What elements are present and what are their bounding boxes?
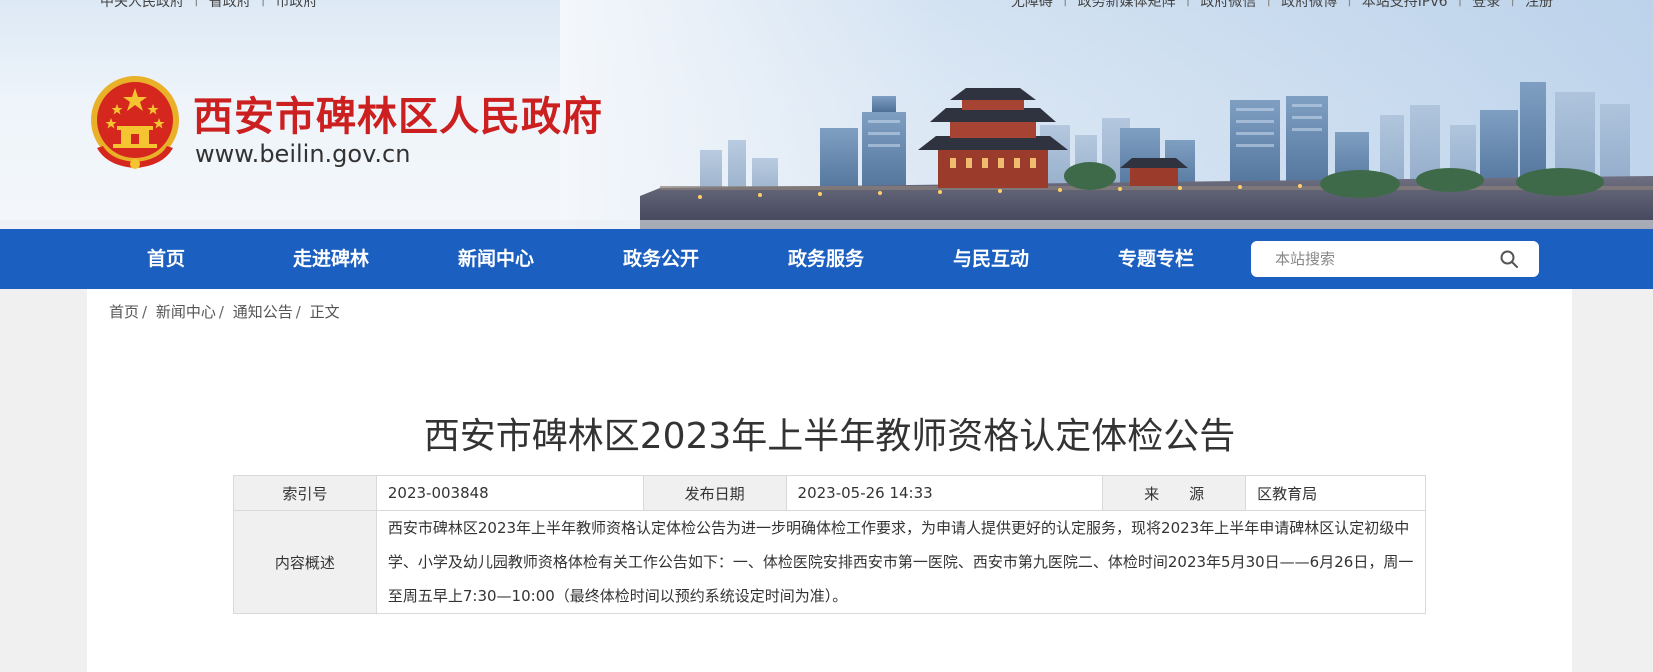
search-icon[interactable] [1499,249,1519,269]
divider: | [1063,0,1068,11]
divider: | [1186,0,1191,11]
nav-item-government-info[interactable]: 政务公开 [623,229,699,289]
meta-row: 内容概述 西安市碑林区2023年上半年教师资格认定体检公告为进一步明确体检工作要… [233,510,1427,614]
source-label: 来 源 [1102,475,1247,511]
breadcrumb-separator: / [142,303,148,321]
national-emblem-icon [91,76,179,169]
breadcrumb-home[interactable]: 首页 [109,303,139,321]
search-box [1251,241,1539,277]
article-meta-table: 索引号 2023-003848 发布日期 2023-05-26 14:33 来 … [233,475,1427,614]
publish-date-value: 2023-05-26 14:33 [785,475,1104,511]
top-links-left: 中关人民政府 | 省政府 | 市政府 [100,0,317,11]
article-title: 西安市碑林区2023年上半年教师资格认定体检公告 [423,416,1236,457]
divider: | [194,0,199,11]
search-input[interactable] [1275,241,1495,277]
login-link[interactable]: 登录 [1472,0,1500,11]
top-link[interactable]: 中关人民政府 [100,0,184,11]
nav-item-about-beilin[interactable]: 走进碑林 [293,229,369,289]
breadcrumb-current: 正文 [309,303,340,321]
nav-item-special-topics[interactable]: 专题专栏 [1118,229,1194,289]
divider: | [1347,0,1352,11]
top-link[interactable]: 政府微信 [1200,0,1256,11]
main-nav: 首页 走进碑林 新闻中心 政务公开 政务服务 与民互动 专题专栏 [0,229,1653,289]
nav-item-public-interaction[interactable]: 与民互动 [953,229,1029,289]
top-links-right: 无障碍 | 政务新媒体矩阵 | 政府微信 | 政府微博 | 本站支持IPv6 |… [1011,0,1553,11]
index-number-label: 索引号 [233,475,377,511]
summary-label: 内容概述 [233,510,377,614]
top-link[interactable]: 政务新媒体矩阵 [1078,0,1176,11]
breadcrumb-notices[interactable]: 通知公告 [233,303,293,321]
register-link[interactable]: 注册 [1525,0,1553,11]
source-value: 区教育局 [1245,475,1426,511]
nav-item-government-services[interactable]: 政务服务 [788,229,864,289]
divider: | [1510,0,1515,11]
top-link[interactable]: 无障碍 [1011,0,1053,11]
meta-row: 索引号 2023-003848 发布日期 2023-05-26 14:33 来 … [233,475,1426,511]
site-name[interactable]: 西安市碑林区人民政府 [193,84,603,142]
index-number-value: 2023-003848 [375,475,644,511]
nav-item-news-center[interactable]: 新闻中心 [458,229,534,289]
divider: | [261,0,266,11]
top-link[interactable]: 省政府 [209,0,251,11]
breadcrumb: 首页 / 新闻中心 / 通知公告 / 正文 [109,301,340,322]
top-link[interactable]: 本站支持IPv6 [1362,0,1448,11]
top-link[interactable]: 政府微博 [1281,0,1337,11]
divider: | [1266,0,1271,11]
breadcrumb-news-center[interactable]: 新闻中心 [156,303,216,321]
nav-item-home[interactable]: 首页 [147,229,185,289]
summary-value: 西安市碑林区2023年上半年教师资格认定体检公告为进一步明确体检工作要求，为申请… [375,510,1427,614]
top-link[interactable]: 市政府 [275,0,317,11]
divider: | [1458,0,1463,11]
publish-date-label: 发布日期 [642,475,787,511]
site-url: www.beilin.gov.cn [195,140,411,168]
article-container: 首页 / 新闻中心 / 通知公告 / 正文 西安市碑林区2023年上半年教师资格认定体… [87,289,1572,672]
header-banner: 中关人民政府 | 省政府 | 市政府 无障碍 | 政务新媒体矩阵 | 政府微信 … [0,0,1653,229]
breadcrumb-separator: / [218,303,224,321]
breadcrumb-separator: / [295,303,301,321]
